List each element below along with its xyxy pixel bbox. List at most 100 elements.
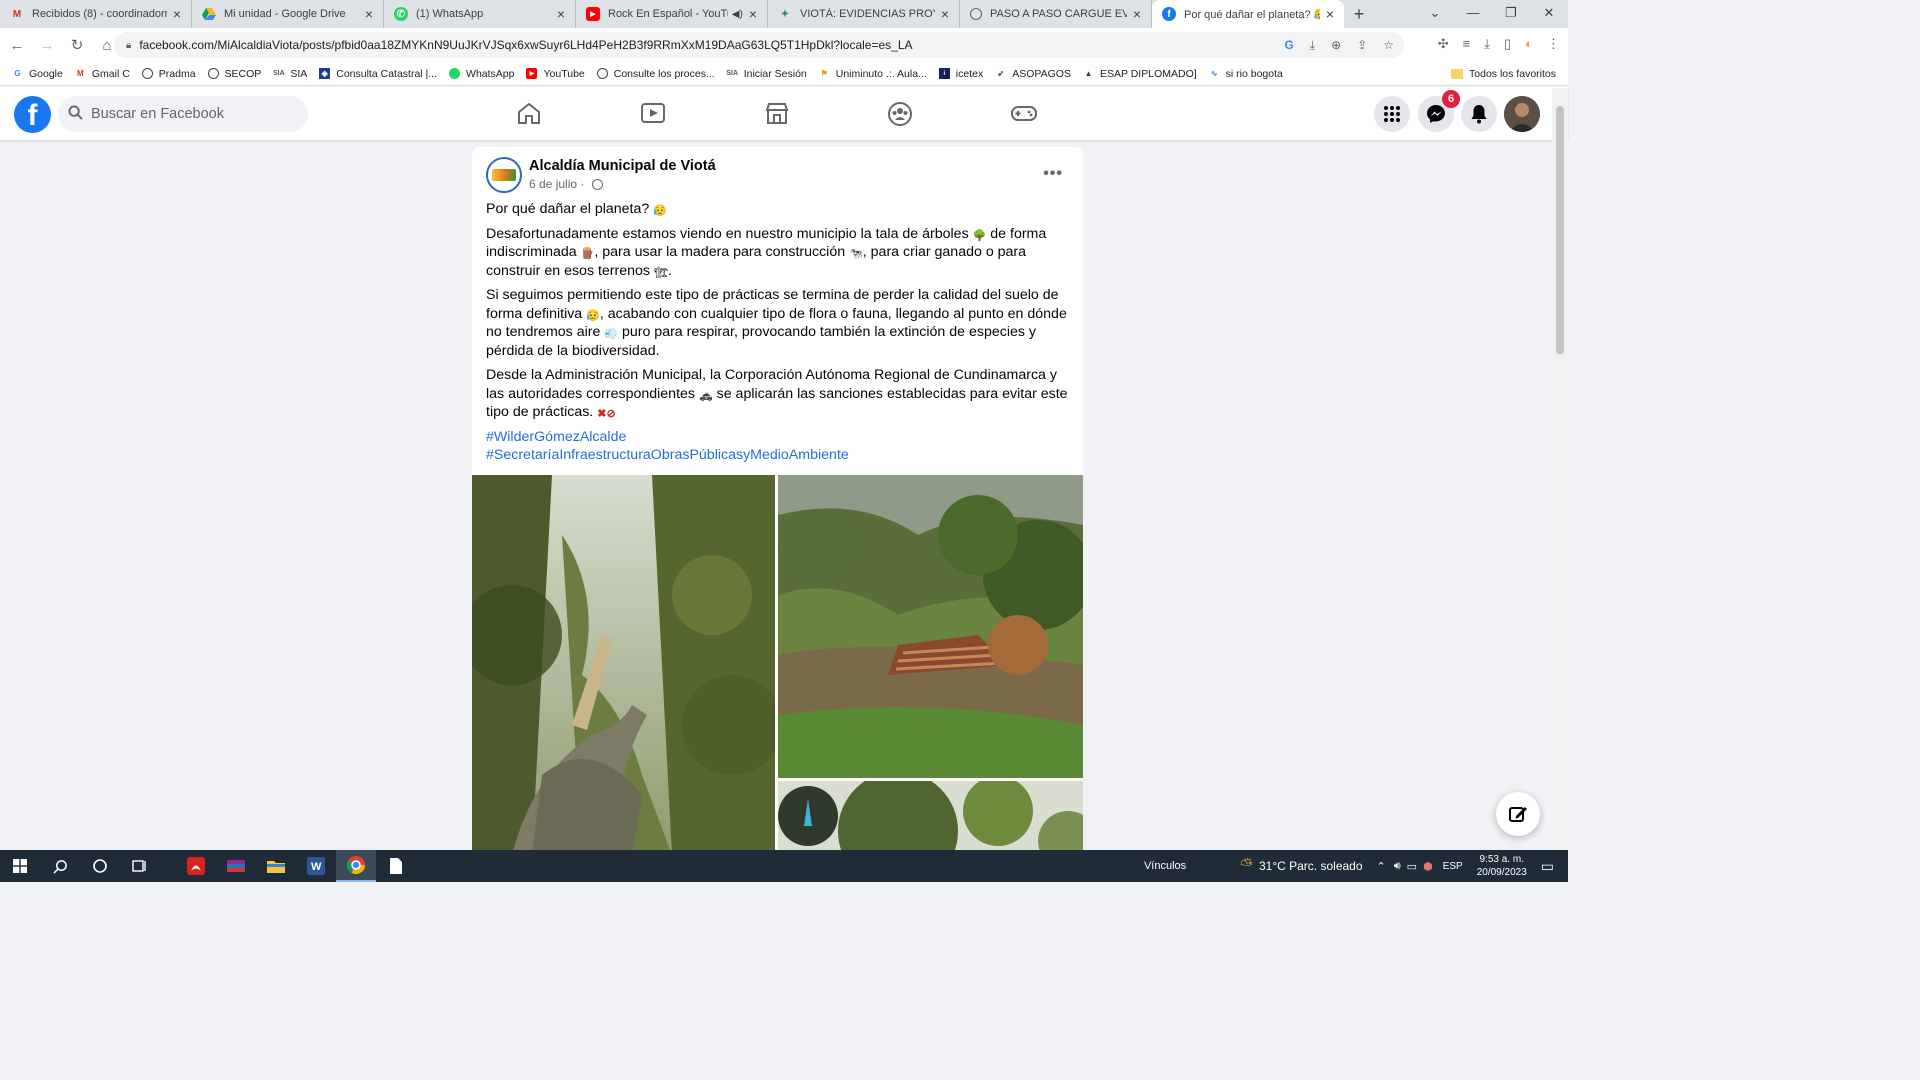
- bookmark-icetex[interactable]: i icetex: [938, 68, 983, 80]
- close-window-icon[interactable]: ✕: [1530, 0, 1568, 28]
- weather-icon[interactable]: ⛅︎: [1240, 857, 1253, 875]
- close-tab-icon[interactable]: ×: [749, 6, 757, 22]
- tab-title: Recibidos (8) - coordinadorman: [32, 8, 167, 20]
- bookmark-esap[interactable]: ▲ ESAP DIPLOMADO]: [1083, 68, 1197, 80]
- google-lens-icon[interactable]: G: [1284, 38, 1293, 53]
- shield-alert-icon[interactable]: ⬢: [1423, 860, 1433, 873]
- home-nav-icon[interactable]: [516, 101, 544, 127]
- bookmark-uniminuto[interactable]: ⚑ Uniminuto .:. Aula...: [819, 68, 927, 80]
- groups-nav-icon[interactable]: [887, 101, 915, 127]
- notification-center-icon[interactable]: ▭: [1541, 858, 1554, 875]
- post-date-link[interactable]: 6 de julio: [529, 177, 577, 191]
- chrome-menu-icon[interactable]: ⋮: [1547, 36, 1560, 52]
- acrobat-icon[interactable]: [176, 850, 216, 882]
- hashtag-link[interactable]: #WilderGómezAlcalde: [486, 428, 1068, 447]
- post-options-icon[interactable]: •••: [1043, 165, 1063, 183]
- share-icon[interactable]: ⇪: [1357, 38, 1367, 53]
- reload-icon[interactable]: ↻: [64, 36, 90, 54]
- bookmark-secop[interactable]: SECOP: [207, 68, 261, 80]
- windows-start-icon[interactable]: [0, 850, 40, 882]
- marketplace-nav-icon[interactable]: [764, 101, 792, 127]
- page-avatar[interactable]: [486, 157, 522, 193]
- language-indicator[interactable]: ESP: [1443, 861, 1463, 872]
- tab-drive[interactable]: Mi unidad - Google Drive ×: [192, 0, 384, 28]
- bookmark-asopagos[interactable]: ➶ ASOPAGOS: [995, 68, 1071, 80]
- minimize-icon[interactable]: —: [1454, 0, 1492, 28]
- close-tab-icon[interactable]: ×: [1133, 6, 1141, 22]
- account-avatar[interactable]: [1504, 96, 1540, 132]
- network-icon[interactable]: ▭: [1407, 860, 1417, 873]
- hashtag-link[interactable]: #SecretaríaInfraestructuraObrasPúblicasy…: [486, 446, 1068, 465]
- page-name-link[interactable]: Alcaldía Municipal de Viotá: [529, 158, 716, 174]
- bookmark-label: ASOPAGOS: [1012, 67, 1071, 80]
- side-panel-icon[interactable]: ▯: [1504, 36, 1511, 52]
- bookmark-star-icon[interactable]: ☆: [1383, 38, 1394, 53]
- extensions-icon[interactable]: ✣: [1438, 36, 1449, 52]
- bookmark-rio-bogota[interactable]: ∿ si rio bogota: [1209, 68, 1283, 80]
- bookmark-catastral[interactable]: ◈ Consulta Catastral |...: [319, 68, 437, 80]
- facebook-search-box[interactable]: Buscar en Facebook: [58, 96, 308, 132]
- tab-search-icon[interactable]: ⌄: [1416, 0, 1454, 28]
- tab-youtube[interactable]: ▶ Rock En Español - YouTube ◀) ×: [576, 0, 768, 28]
- video-nav-icon[interactable]: [640, 101, 668, 127]
- asopagos-icon: ➶: [997, 69, 1005, 78]
- bookmark-gmail[interactable]: M Gmail C: [75, 68, 130, 80]
- post-photo-forest[interactable]: [778, 781, 1083, 850]
- bookmark-youtube[interactable]: ▶ YouTube: [526, 68, 585, 80]
- speaker-icon[interactable]: ◀): [732, 9, 743, 20]
- new-tab-button[interactable]: +: [1344, 0, 1374, 28]
- close-tab-icon[interactable]: ×: [941, 6, 949, 22]
- search-icon[interactable]: [40, 850, 80, 882]
- gaming-nav-icon[interactable]: [1010, 101, 1038, 127]
- clock[interactable]: 9:53 a. m. 20/09/2023: [1477, 853, 1527, 879]
- links-toolbar[interactable]: Vínculos: [1144, 860, 1186, 872]
- winrar-icon[interactable]: [216, 850, 256, 882]
- bookmark-consulte-procesos[interactable]: Consulte los proces...: [596, 68, 715, 80]
- cortana-icon[interactable]: [80, 850, 120, 882]
- close-tab-icon[interactable]: ×: [557, 6, 565, 22]
- tab-gmail[interactable]: M Recibidos (8) - coordinadorman ×: [0, 0, 192, 28]
- tab-evidencias[interactable]: ✦ VIOTÁ: EVIDENCIAS PROYECTOS ×: [768, 0, 960, 28]
- bookmark-pradma[interactable]: Pradma: [141, 68, 196, 80]
- page-scrollbar[interactable]: [1552, 88, 1568, 850]
- tab-facebook-post[interactable]: f Por qué dañar el planeta? 😥... ×: [1152, 0, 1344, 28]
- address-bar[interactable]: 🔒︎ facebook.com/MiAlcaldiaViota/posts/pf…: [114, 32, 1404, 58]
- scrollbar-thumb[interactable]: [1556, 106, 1564, 354]
- word-icon[interactable]: W: [296, 850, 336, 882]
- weather-text[interactable]: 31°C Parc. soleado: [1259, 859, 1363, 873]
- install-icon[interactable]: ⤓: [1310, 38, 1315, 53]
- bookmark-google[interactable]: G Google: [12, 68, 62, 80]
- notifications-button[interactable]: [1461, 96, 1497, 132]
- uniminuto-icon: ⚑: [820, 69, 828, 78]
- back-icon[interactable]: ←: [4, 37, 30, 54]
- volume-icon[interactable]: 🔊︎: [1394, 860, 1401, 873]
- new-message-button[interactable]: [1496, 792, 1540, 836]
- tab-paso-a-paso[interactable]: PASO A PASO CARGUE EVIDENC ×: [960, 0, 1152, 28]
- show-hidden-icons-icon[interactable]: ⌃: [1377, 860, 1386, 873]
- file-explorer-icon[interactable]: [256, 850, 296, 882]
- lock-icon[interactable]: 🔒︎: [126, 40, 131, 51]
- notepad-icon[interactable]: [376, 850, 416, 882]
- downloads-icon[interactable]: ⤓: [1484, 36, 1490, 52]
- menu-grid-button[interactable]: [1374, 96, 1410, 132]
- chrome-taskbar-icon[interactable]: [336, 850, 376, 882]
- forward-icon[interactable]: →: [34, 37, 60, 54]
- messenger-button[interactable]: 6: [1418, 90, 1460, 132]
- reading-list-icon[interactable]: ≡: [1463, 36, 1471, 52]
- bookmark-iniciar-sesion[interactable]: SIA Iniciar Sesión: [726, 68, 806, 80]
- window-controls: ⌄ — ❐ ✕: [1416, 0, 1568, 28]
- task-view-icon[interactable]: [120, 850, 160, 882]
- all-bookmarks-folder[interactable]: Todos los favoritos: [1451, 68, 1556, 80]
- bookmark-sia[interactable]: SIA SIA: [273, 68, 307, 80]
- zoom-icon[interactable]: ⊕: [1331, 38, 1341, 53]
- bookmark-whatsapp[interactable]: WhatsApp: [449, 68, 514, 80]
- tab-whatsapp[interactable]: ✆ (1) WhatsApp ×: [384, 0, 576, 28]
- close-tab-icon[interactable]: ×: [173, 6, 181, 22]
- post-photo-cut-logs[interactable]: [778, 475, 1083, 778]
- restore-icon[interactable]: ❐: [1492, 0, 1530, 28]
- facebook-logo-icon[interactable]: f: [14, 96, 51, 133]
- profile-icon[interactable]: ◐: [1525, 36, 1533, 52]
- close-tab-icon[interactable]: ×: [1326, 6, 1334, 22]
- close-tab-icon[interactable]: ×: [365, 6, 373, 22]
- post-photo-fallen-tree[interactable]: [472, 475, 775, 850]
